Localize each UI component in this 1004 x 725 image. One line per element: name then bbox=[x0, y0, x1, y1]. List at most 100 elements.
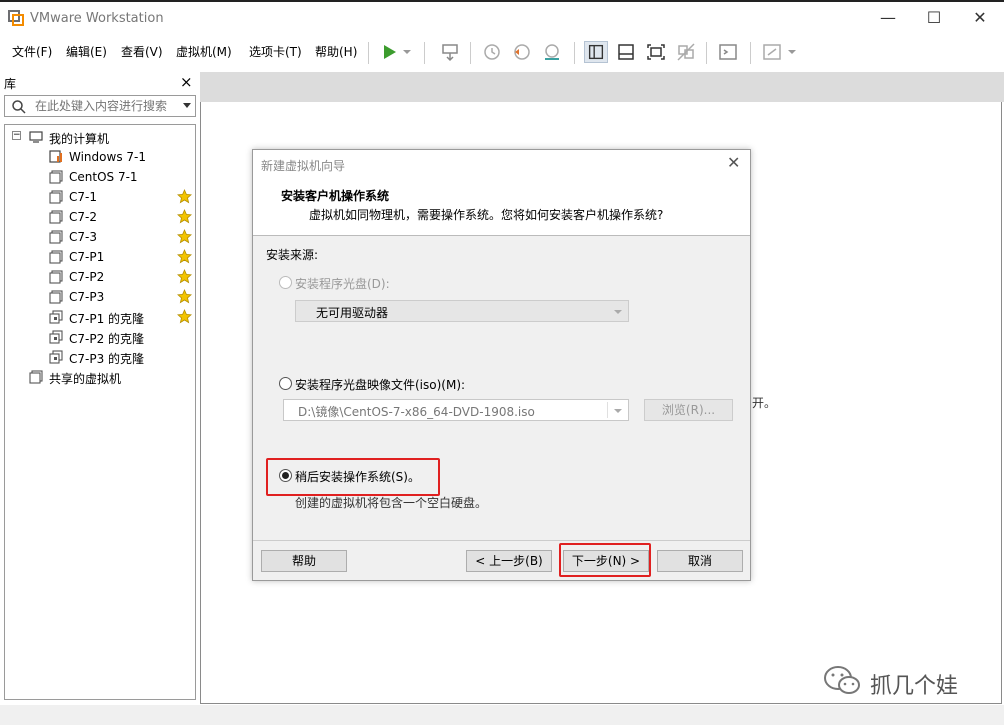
favorite-star-icon[interactable] bbox=[177, 209, 192, 224]
tree-item-label: C7-2 bbox=[69, 210, 97, 224]
maximize-button[interactable]: ☐ bbox=[920, 7, 948, 29]
highlight-box-install-later bbox=[266, 458, 440, 496]
favorite-star-icon[interactable] bbox=[177, 249, 192, 264]
tree-item-label: 我的计算机 bbox=[49, 132, 110, 146]
toolbar-separator bbox=[470, 42, 471, 64]
power-on-icon[interactable] bbox=[378, 41, 402, 63]
library-title: 库 bbox=[4, 77, 17, 91]
close-button[interactable]: ✕ bbox=[966, 7, 994, 29]
tree-item[interactable]: C7-3 bbox=[9, 228, 195, 246]
iso-path-value: D:\镜像\CentOS-7-x86_64-DVD-1908.iso bbox=[298, 405, 535, 419]
dialog-title: 新建虚拟机向导 bbox=[261, 159, 346, 173]
dialog-footer: 帮助 < 上一步(B) 下一步(N) > 取消 bbox=[253, 541, 750, 580]
toolbar-separator bbox=[424, 42, 425, 64]
library-header: 库 × bbox=[0, 72, 199, 94]
computer-icon bbox=[29, 131, 43, 143]
dialog-subheading: 虚拟机如同物理机，需要操作系统。您将如何安装客户机操作系统? bbox=[309, 208, 664, 222]
library-search[interactable] bbox=[4, 95, 196, 117]
power-dropdown-icon[interactable] bbox=[400, 41, 414, 63]
send-ctrl-alt-del-icon[interactable] bbox=[438, 41, 462, 63]
favorite-star-icon[interactable] bbox=[177, 229, 192, 244]
favorite-star-icon[interactable] bbox=[177, 309, 192, 324]
search-dropdown-icon[interactable] bbox=[183, 103, 191, 108]
snapshot-manager-icon[interactable] bbox=[540, 41, 564, 63]
radio-install-disc[interactable] bbox=[279, 276, 292, 289]
install-iso-label: 安装程序光盘映像文件(iso)(M): bbox=[295, 378, 466, 392]
tree-item[interactable]: C7-P3 bbox=[9, 288, 195, 306]
favorite-star-icon[interactable] bbox=[177, 289, 192, 304]
favorite-star-icon[interactable] bbox=[177, 189, 192, 204]
tree-item[interactable]: C7-1 bbox=[9, 188, 195, 206]
menu-file[interactable]: 文件(F) bbox=[12, 43, 52, 60]
toolbar-separator bbox=[574, 42, 575, 64]
show-thumbnail-bar-icon[interactable] bbox=[614, 41, 638, 63]
tree-item-label: C7-P2 的克隆 bbox=[69, 332, 145, 346]
tree-item-label: C7-P2 bbox=[69, 270, 105, 284]
vm-clone-icon bbox=[49, 330, 63, 344]
toolbar-separator bbox=[368, 42, 369, 64]
vm-running-icon bbox=[49, 150, 62, 163]
tree-item[interactable]: C7-2 bbox=[9, 208, 195, 226]
new-vm-wizard-dialog: 新建虚拟机向导 ✕ 安装客户机操作系统 虚拟机如同物理机，需要操作系统。您将如何… bbox=[252, 149, 751, 581]
tree-item[interactable]: − 我的计算机 bbox=[9, 128, 195, 146]
menu-edit[interactable]: 编辑(E) bbox=[66, 43, 107, 60]
chevron-down-icon bbox=[614, 310, 622, 314]
iso-path-combo[interactable]: D:\镜像\CentOS-7-x86_64-DVD-1908.iso bbox=[283, 399, 629, 421]
vm-icon bbox=[49, 210, 63, 224]
favorite-star-icon[interactable] bbox=[177, 269, 192, 284]
tree-item[interactable]: C7-P3 的克隆 bbox=[9, 348, 195, 366]
install-source-label: 安装来源: bbox=[266, 248, 319, 262]
vm-icon bbox=[49, 270, 63, 284]
vm-icon bbox=[49, 250, 63, 264]
snapshot-icon[interactable] bbox=[480, 41, 504, 63]
browse-button[interactable]: 浏览(R)... bbox=[644, 399, 733, 421]
tree-item[interactable]: C7-P1 bbox=[9, 248, 195, 266]
unity-mode-icon[interactable] bbox=[674, 41, 698, 63]
vm-icon bbox=[49, 230, 63, 244]
tree-item[interactable]: Windows 7-1 bbox=[9, 148, 195, 166]
radio-install-iso[interactable] bbox=[279, 377, 292, 390]
minimize-button[interactable]: — bbox=[874, 7, 902, 29]
stretch-dropdown-icon[interactable] bbox=[786, 41, 798, 63]
menu-bar: 文件(F) 编辑(E) 查看(V) 虚拟机(M) 选项卡(T) 帮助(H) bbox=[0, 34, 1004, 70]
stretch-guest-icon[interactable] bbox=[760, 41, 784, 63]
tree-item-label: C7-P1 bbox=[69, 250, 105, 264]
menu-help[interactable]: 帮助(H) bbox=[315, 43, 357, 60]
tree-item-label: Windows 7-1 bbox=[69, 150, 146, 164]
tree-item[interactable]: C7-P1 的克隆 bbox=[9, 308, 195, 326]
tree-item-label: C7-3 bbox=[69, 230, 97, 244]
menu-tabs[interactable]: 选项卡(T) bbox=[249, 43, 302, 60]
tree-item-label: C7-P3 的克隆 bbox=[69, 352, 145, 366]
chevron-down-icon[interactable] bbox=[614, 409, 622, 413]
watermark-text: 抓几个娃 bbox=[870, 674, 959, 699]
show-library-icon[interactable] bbox=[584, 41, 608, 63]
vmware-logo-icon bbox=[8, 10, 24, 26]
background-text: 开。 bbox=[752, 396, 777, 410]
vm-clone-icon bbox=[49, 310, 63, 324]
collapse-icon[interactable]: − bbox=[12, 131, 21, 140]
library-search-input[interactable] bbox=[35, 98, 175, 114]
tree-item[interactable]: CentOS 7-1 bbox=[9, 168, 195, 186]
search-icon bbox=[12, 100, 26, 114]
tree-item-label: C7-P1 的克隆 bbox=[69, 312, 145, 326]
revert-snapshot-icon[interactable] bbox=[510, 41, 534, 63]
tree-item[interactable]: C7-P2 的克隆 bbox=[9, 328, 195, 346]
dialog-close-button[interactable]: ✕ bbox=[727, 153, 740, 172]
help-button[interactable]: 帮助 bbox=[261, 550, 347, 572]
dialog-body: 安装来源: 安装程序光盘(D): 无可用驱动器 安装程序光盘映像文件(iso)(… bbox=[253, 236, 750, 540]
combo-separator bbox=[607, 402, 608, 418]
status-bar bbox=[0, 705, 1004, 725]
disc-drive-select[interactable]: 无可用驱动器 bbox=[295, 300, 629, 322]
vm-clone-icon bbox=[49, 350, 63, 364]
tree-item[interactable]: C7-P2 bbox=[9, 268, 195, 286]
library-close-button[interactable]: × bbox=[180, 73, 193, 91]
console-view-icon[interactable] bbox=[716, 41, 740, 63]
back-button[interactable]: < 上一步(B) bbox=[466, 550, 552, 572]
full-screen-icon[interactable] bbox=[644, 41, 668, 63]
cancel-button[interactable]: 取消 bbox=[657, 550, 743, 572]
tree-item[interactable]: 共享的虚拟机 bbox=[9, 368, 195, 386]
vm-icon bbox=[49, 190, 63, 204]
toolbar-separator bbox=[706, 42, 707, 64]
menu-vm[interactable]: 虚拟机(M) bbox=[176, 43, 232, 60]
menu-view[interactable]: 查看(V) bbox=[121, 43, 163, 60]
